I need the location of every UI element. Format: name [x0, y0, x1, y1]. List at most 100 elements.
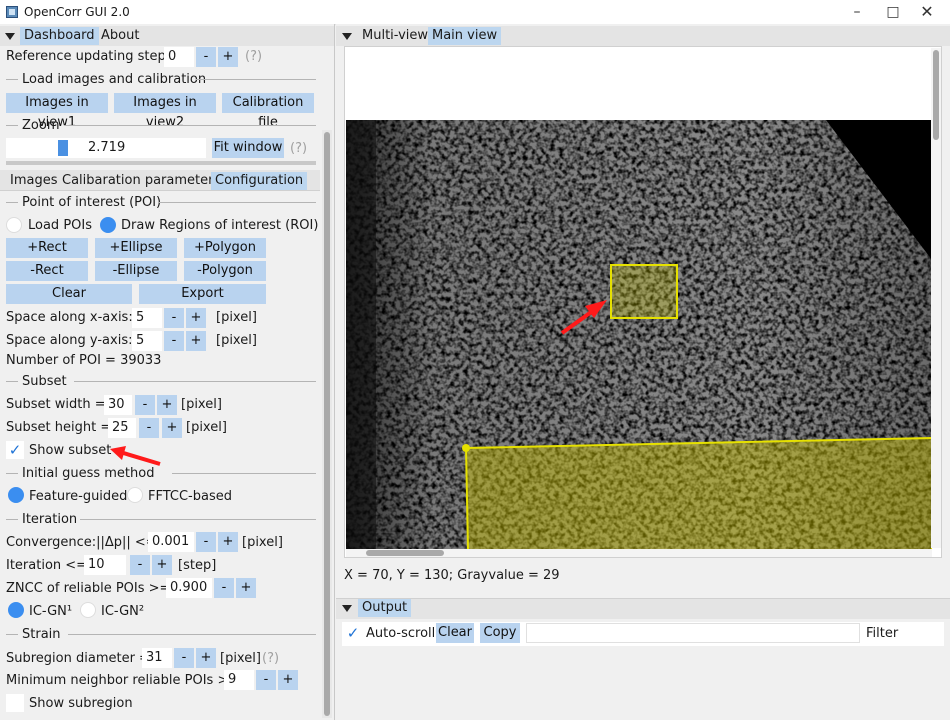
sub-rect-button[interactable]: -Rect — [6, 261, 88, 281]
images-view1-button[interactable]: Images in view1 — [6, 93, 108, 130]
tab-main-view[interactable]: Main view — [428, 27, 502, 45]
sub-ellipse-button[interactable]: -Ellipse — [95, 261, 177, 281]
space-x-minus[interactable]: - — [164, 308, 184, 328]
space-x-input[interactable]: 5 — [132, 308, 162, 328]
output-copy-button[interactable]: Copy — [480, 623, 520, 643]
feature-guided-label: Feature-guided — [29, 489, 128, 504]
zoom-slider-handle[interactable] — [58, 140, 68, 156]
tab-calibration[interactable]: Calibaration parameters — [58, 172, 224, 190]
zncc-label: ZNCC of reliable POIs >= — [6, 581, 171, 596]
section-divider — [6, 519, 18, 520]
strain-title: Strain — [22, 627, 61, 642]
output-clear-button[interactable]: Clear — [436, 623, 474, 643]
zncc-plus[interactable]: + — [236, 578, 256, 598]
add-ellipse-button[interactable]: +Ellipse — [95, 238, 177, 258]
subset-height-plus[interactable]: + — [162, 418, 182, 438]
subset-height-minus[interactable]: - — [139, 418, 159, 438]
min-neighbor-input[interactable]: 9 — [224, 670, 254, 690]
iteration-limit-plus[interactable]: + — [152, 555, 172, 575]
min-neighbor-label: Minimum neighbor reliable POIs >= — [6, 673, 240, 688]
convergence-input[interactable]: 0.001 — [148, 532, 194, 552]
view-vscrollbar[interactable] — [931, 48, 941, 548]
ref-update-minus[interactable]: - — [196, 47, 216, 67]
collapse-icon[interactable] — [342, 33, 352, 40]
close-button[interactable]: ✕ — [904, 0, 950, 24]
subset-height-input[interactable]: 25 — [108, 418, 136, 438]
view-hscrollbar-thumb[interactable] — [366, 550, 444, 556]
filter-label: Filter — [866, 626, 899, 641]
show-subset-checkbox[interactable]: ✓ — [6, 441, 24, 459]
ref-update-plus[interactable]: + — [218, 47, 238, 67]
filter-input[interactable] — [526, 623, 860, 643]
collapse-icon[interactable] — [5, 33, 15, 40]
zoom-value: 2.719 — [88, 140, 126, 155]
tab-about[interactable]: About — [97, 27, 143, 45]
section-divider — [6, 634, 18, 635]
subregion-diameter-input[interactable]: 31 — [142, 648, 172, 668]
tab-configuration[interactable]: Configuration — [211, 172, 308, 190]
subset-width-label: Subset width = — [6, 397, 106, 412]
zoom-slider[interactable]: 2.719 — [6, 138, 206, 158]
subset-width-input[interactable]: 30 — [104, 395, 132, 415]
zncc-input[interactable]: 0.900 — [166, 578, 212, 598]
subset-width-minus[interactable]: - — [135, 395, 155, 415]
load-pois-radio[interactable] — [6, 217, 22, 233]
convergence-minus[interactable]: - — [196, 532, 216, 552]
show-subset-label: Show subset — [29, 443, 112, 458]
show-subregion-checkbox[interactable] — [6, 694, 24, 712]
autoscroll-checkbox[interactable]: ✓ — [344, 624, 362, 642]
iteration-limit-minus[interactable]: - — [130, 555, 150, 575]
tab-output[interactable]: Output — [358, 599, 412, 617]
iteration-limit-input[interactable]: 10 — [84, 555, 126, 575]
space-y-plus[interactable]: + — [186, 331, 206, 351]
export-roi-button[interactable]: Export — [139, 284, 266, 304]
zncc-minus[interactable]: - — [214, 578, 234, 598]
load-pois-label: Load POIs — [28, 218, 92, 233]
fit-window-button[interactable]: Fit window — [212, 138, 284, 158]
collapse-icon[interactable] — [342, 605, 352, 612]
subregion-diameter-minus[interactable]: - — [174, 648, 194, 668]
clear-roi-button[interactable]: Clear — [6, 284, 132, 304]
zoom-help[interactable]: (?) — [290, 141, 307, 156]
subset-height-unit: [pixel] — [186, 420, 227, 435]
speckle-image[interactable] — [346, 120, 932, 550]
ref-update-help[interactable]: (?) — [245, 49, 262, 64]
add-rect-button[interactable]: +Rect — [6, 238, 88, 258]
image-viewport[interactable] — [344, 46, 942, 558]
icgn1-radio[interactable] — [8, 602, 24, 618]
panel-splitter[interactable] — [6, 161, 316, 165]
tab-images[interactable]: Images — [6, 172, 62, 190]
space-x-plus[interactable]: + — [186, 308, 206, 328]
view-hscrollbar[interactable] — [346, 549, 932, 557]
space-y-minus[interactable]: - — [164, 331, 184, 351]
view-vscrollbar-thumb[interactable] — [933, 50, 939, 140]
left-scrollbar-thumb[interactable] — [324, 132, 330, 716]
section-divider — [6, 381, 18, 382]
draw-roi-label: Draw Regions of interest (ROI) — [121, 218, 319, 233]
add-polygon-button[interactable]: +Polygon — [184, 238, 266, 258]
tab-multi-view[interactable]: Multi-view — [358, 27, 432, 45]
feature-guided-radio[interactable] — [8, 487, 24, 503]
tab-dashboard[interactable]: Dashboard — [20, 27, 99, 45]
calibration-file-button[interactable]: Calibration file — [222, 93, 314, 130]
subset-width-plus[interactable]: + — [157, 395, 177, 415]
output-log[interactable] — [342, 648, 944, 714]
sub-polygon-button[interactable]: -Polygon — [184, 261, 266, 281]
ref-update-input[interactable]: 0 — [164, 47, 194, 67]
subregion-help[interactable]: (?) — [262, 651, 279, 666]
app-icon — [6, 6, 18, 18]
min-neighbor-plus[interactable]: + — [278, 670, 298, 690]
left-scrollbar[interactable] — [322, 130, 332, 718]
fftcc-radio[interactable] — [127, 487, 143, 503]
window-title: OpenCorr GUI 2.0 — [24, 5, 130, 19]
subregion-diameter-plus[interactable]: + — [196, 648, 216, 668]
section-divider — [158, 202, 316, 203]
space-y-input[interactable]: 5 — [132, 331, 162, 351]
icgn2-radio[interactable] — [80, 602, 96, 618]
convergence-plus[interactable]: + — [218, 532, 238, 552]
min-neighbor-minus[interactable]: - — [256, 670, 276, 690]
subregion-diameter-label: Subregion diameter = — [6, 651, 150, 666]
iteration-limit-unit: [step] — [178, 558, 217, 573]
draw-roi-radio[interactable] — [100, 217, 116, 233]
images-view2-button[interactable]: Images in view2 — [114, 93, 216, 130]
